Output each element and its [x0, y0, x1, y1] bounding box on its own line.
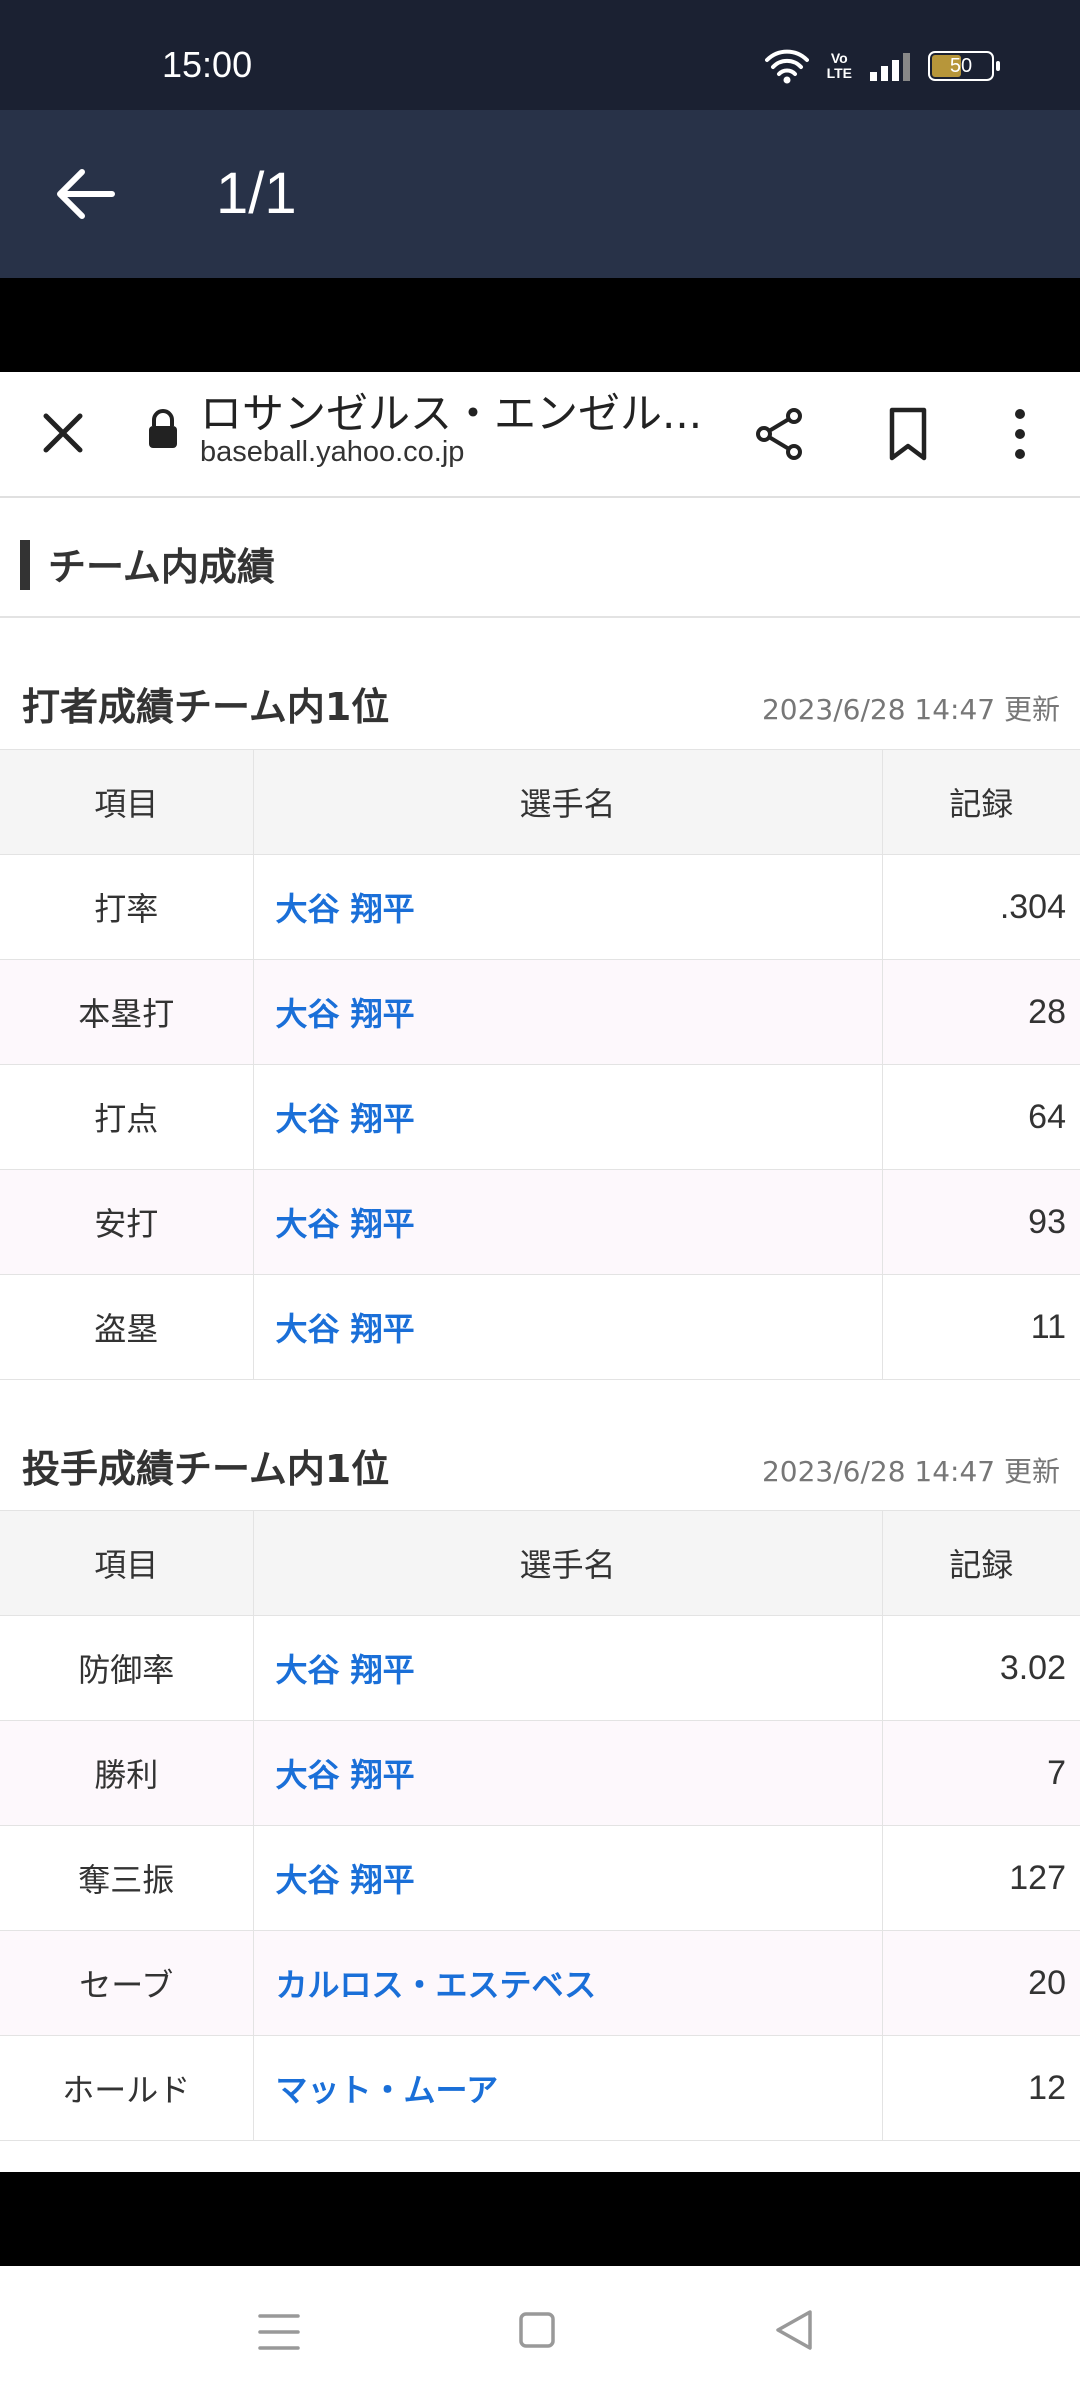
table-row: 本塁打 大谷 翔平 28	[0, 959, 1080, 1065]
stat-item: セーブ	[0, 1930, 253, 2036]
share-icon[interactable]	[752, 406, 808, 462]
header-item: 項目	[0, 1510, 253, 1616]
table-header-row: 項目 選手名 記録	[0, 1510, 1080, 1616]
menu-icon[interactable]	[258, 2310, 300, 2354]
header-player: 選手名	[252, 1510, 882, 1616]
table-row: 奪三振 大谷 翔平 127	[0, 1825, 1080, 1931]
section-header: チーム内成績	[0, 498, 1080, 618]
player-link[interactable]: 大谷 翔平	[252, 1720, 882, 1826]
more-vertical-icon[interactable]	[1000, 406, 1040, 462]
bookmark-icon[interactable]	[880, 406, 936, 462]
table-row: セーブ カルロス・エステベス 20	[0, 1930, 1080, 2036]
table-row: ホールド マット・ムーア 12	[0, 2035, 1080, 2141]
page-url: baseball.yahoo.co.jp	[200, 436, 465, 468]
pitching-table: 項目 選手名 記録 防御率 大谷 翔平 3.02 勝利 大谷 翔平 7 奪三振 …	[0, 1510, 1080, 2141]
stat-record: 64	[881, 1064, 1080, 1170]
player-link[interactable]: カルロス・エステベス	[252, 1930, 882, 2036]
stat-item: 打点	[0, 1064, 253, 1170]
table-row: 打率 大谷 翔平 .304	[0, 854, 1080, 960]
stat-item: ホールド	[0, 2035, 253, 2141]
back-triangle-icon[interactable]	[774, 2308, 814, 2352]
status-icons: Vo LTE 50	[764, 46, 1000, 86]
stat-record: 28	[881, 959, 1080, 1065]
stat-record: 127	[881, 1825, 1080, 1931]
stat-record: 12	[881, 2035, 1080, 2141]
batting-updated: 2023/6/28 14:47 更新	[761, 693, 1060, 726]
stat-record: 11	[881, 1274, 1080, 1380]
stat-record: 3.02	[881, 1615, 1080, 1721]
batting-title: 打者成績チーム内1位	[22, 685, 390, 729]
pitching-title: 投手成績チーム内1位	[22, 1447, 390, 1491]
stat-item: 盗塁	[0, 1274, 253, 1380]
status-bar: 15:00 Vo LTE 50	[0, 0, 1080, 110]
viewer-page-counter: 1/1	[216, 161, 297, 226]
close-icon[interactable]	[38, 408, 88, 458]
stat-item: 勝利	[0, 1720, 253, 1826]
header-record: 記録	[881, 749, 1080, 855]
player-link[interactable]: 大谷 翔平	[252, 1615, 882, 1721]
home-square-icon[interactable]	[518, 2310, 556, 2350]
lock-icon	[149, 409, 177, 448]
stat-record: 93	[881, 1169, 1080, 1275]
player-link[interactable]: 大谷 翔平	[252, 854, 882, 960]
stat-item: 本塁打	[0, 959, 253, 1065]
pitching-updated: 2023/6/28 14:47 更新	[761, 1455, 1060, 1488]
table-row: 打点 大谷 翔平 64	[0, 1064, 1080, 1170]
table-header-row: 項目 選手名 記録	[0, 749, 1080, 855]
stat-record: 20	[881, 1930, 1080, 2036]
player-link[interactable]: 大谷 翔平	[252, 1274, 882, 1380]
player-link[interactable]: 大谷 翔平	[252, 959, 882, 1065]
black-gap-bottom	[0, 2172, 1080, 2266]
section-accent-bar	[20, 540, 30, 590]
browser-toolbar: ロサンゼルス・エンゼル... baseball.yahoo.co.jp	[0, 372, 1080, 498]
page-content: チーム内成績 打者成績チーム内1位 2023/6/28 14:47 更新 項目 …	[0, 498, 1080, 2172]
volte-label: Vo LTE	[826, 50, 852, 81]
batting-table: 項目 選手名 記録 打率 大谷 翔平 .304 本塁打 大谷 翔平 28 打点 …	[0, 749, 1080, 1380]
stat-item: 安打	[0, 1169, 253, 1275]
header-item: 項目	[0, 749, 253, 855]
stat-record: .304	[881, 854, 1080, 960]
stat-item: 打率	[0, 854, 253, 960]
header-player: 選手名	[252, 749, 882, 855]
black-gap	[0, 278, 1080, 372]
stat-record: 7	[881, 1720, 1080, 1826]
player-link[interactable]: 大谷 翔平	[252, 1064, 882, 1170]
signal-icon	[870, 51, 910, 81]
viewer-header: 1/1	[0, 110, 1080, 278]
page-title: ロサンゼルス・エンゼル...	[200, 389, 700, 438]
table-row: 盗塁 大谷 翔平 11	[0, 1274, 1080, 1380]
player-link[interactable]: 大谷 翔平	[252, 1825, 882, 1931]
status-time: 15:00	[162, 44, 253, 85]
wifi-icon	[764, 49, 809, 84]
table-row: 防御率 大谷 翔平 3.02	[0, 1615, 1080, 1721]
system-nav-bar	[0, 2266, 1080, 2400]
table-row: 安打 大谷 翔平 93	[0, 1169, 1080, 1275]
arrow-left-icon[interactable]	[52, 164, 116, 224]
stat-item: 防御率	[0, 1615, 253, 1721]
stat-item: 奪三振	[0, 1825, 253, 1931]
player-link[interactable]: マット・ムーア	[252, 2035, 882, 2141]
player-link[interactable]: 大谷 翔平	[252, 1169, 882, 1275]
battery-icon: 50	[928, 51, 1000, 81]
section-title: チーム内成績	[48, 545, 275, 589]
header-record: 記録	[881, 1510, 1080, 1616]
table-row: 勝利 大谷 翔平 7	[0, 1720, 1080, 1826]
battery-level: 50	[949, 54, 973, 77]
